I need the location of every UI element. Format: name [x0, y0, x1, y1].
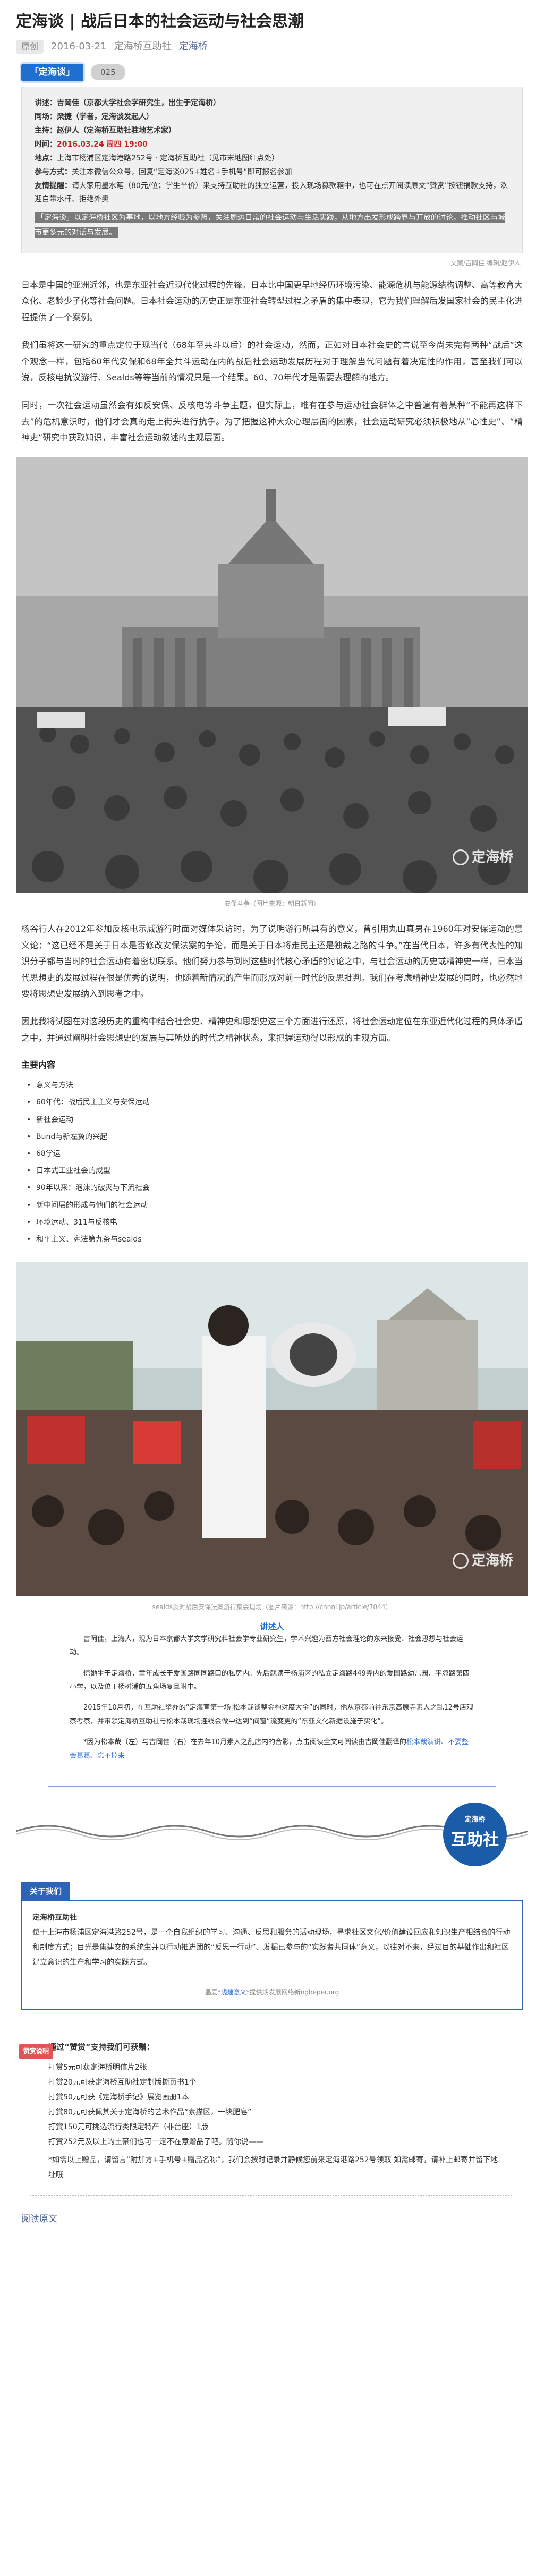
paragraph: 杨谷行人在2012年参加反核电示威游行时面对媒体采访时，为了说明游行所具有的意义… [21, 924, 523, 999]
donation-tier: 打赏20元可获定海桥互助社定制版撕页书1个 [48, 2078, 197, 2087]
dinghaiqiao-logo: 定海桥 互助社 [443, 1802, 507, 1866]
speaker-bio-paragraph: 吉岡佳，上海人，现为日本京都大学文学研究科社会学专业研究生，学术兴趣为西方社会理… [70, 1635, 464, 1657]
donation-section: 赞赏说明 通过“赞赏”支持我们可获赠： 打赏5元可获定海桥明信片2张 打赏20元… [19, 2031, 512, 2196]
info-panelist: 同场：梁捷（学者，定海谈发起人） [35, 113, 154, 122]
topics-heading: 主要内容 [21, 1060, 56, 1070]
list-item: 68学运 [27, 1145, 523, 1162]
sealds-rally-photo: 定海桥 [16, 1262, 528, 1597]
list-item: 90年以来：泡沫的破灭与下流社会 [27, 1179, 523, 1196]
about-footer-link[interactable]: 浅建意义 [221, 1988, 246, 1996]
photo-caption: sealds反对战后安保法案游行集会现场（图片来源：http://cnnnl.j… [152, 1603, 392, 1611]
speaker-bio-paragraph: 2015年10月初，在互助社举办的“定海宣第一场|松本哉谈整金构对魔大金”的同时… [70, 1704, 474, 1725]
parliament-illustration [16, 457, 528, 894]
info-intro-strip: 「定海谈」以定海桥社区为基地，以地方经验为参照，关注周边日常的社会运动与生活实践… [35, 212, 505, 238]
donation-tier: 打赏150元可挑选流行类限定特产（非台座）1版 [48, 2123, 209, 2132]
list-item: 环境运动、311与反核电 [27, 1214, 523, 1231]
info-join: 参与方式：关注本微信公众号，回复“定海谈025+姓名+手机号”即可报名参加 [35, 167, 292, 176]
credit-line: 文案/吉岡佳 编辑/赵伊人 [450, 259, 521, 267]
donation-note: *如需以上赠品，请留言“附加方+手机号+赠品名称”，我们会按时记录并静候您前来定… [48, 2156, 498, 2180]
account-link[interactable]: 定海桥 [179, 38, 208, 55]
photo-caption: 安保斗争（图片来源：朝日新闻） [224, 900, 320, 908]
rally-illustration [16, 1262, 528, 1597]
about-description: 位于上海市杨浦区定海港路252号，是一个自我组织的学习、沟通、反思和服务的活动现… [32, 1928, 511, 1967]
watermark: 定海桥 [452, 846, 513, 870]
speaker-bio-box: 讲述人 吉岡佳，上海人，现为日本京都大学文学研究科社会学专业研究生，学术兴趣为西… [48, 1619, 496, 1787]
list-item: 新中间层的形成与他们的社会运动 [27, 1197, 523, 1214]
donation-tier: 打赏252元及以上的土豪们也可一定不在意赠品了吧。随你说—— [48, 2138, 264, 2147]
list-item: 意义与方法 [27, 1077, 523, 1094]
column-tag: 「定海谈」 [21, 63, 83, 82]
list-item: 新社会运动 [27, 1111, 523, 1128]
speaker-box-title: 讲述人 [249, 1619, 295, 1635]
info-tip: 友情提醒：请大家用墨水笔（80元/位；学生半价）来支持互助社的独立运营，投入现场… [35, 181, 508, 204]
speaker-bio-paragraph: 惊她生于定海桥，童年成长于爱国路同同路口的私房内。先后就读于杨浦区的私立定海路4… [70, 1669, 470, 1691]
read-original-link[interactable]: 阅读原文 [21, 2212, 523, 2228]
column-tag-row: 「定海谈」 025 [21, 63, 528, 82]
info-speaker: 讲述：吉岡佳（京都大学社会学研究生，出生于定海桥） [35, 99, 220, 108]
donation-tier: 打赏80元可获佩其关于定海桥的艺术作品“素描区，一块肥皂” [48, 2108, 252, 2117]
article-title: 定海谈 | 战后日本的社会运动与社会思潮 [16, 12, 304, 31]
donation-tier: 打赏5元可获定海桥明信片2张 [48, 2063, 147, 2072]
article-page: 定海谈 | 战后日本的社会运动与社会思潮 原创 2016-03-21 定海桥互助… [0, 0, 544, 2249]
topics-list: 意义与方法 60年代：战后民主主义与安保运动 新社会运动 Bund与新左翼的兴起… [27, 1077, 523, 1248]
section-divider: 定海桥 互助社 [16, 1792, 528, 1877]
article-meta: 原创 2016-03-21 定海桥互助社 定海桥 [16, 38, 528, 55]
donation-tier: 打赏50元可获《定海桥手记》展览画册1本 [48, 2093, 189, 2102]
article-source: 定海桥互助社 [114, 41, 172, 52]
info-place: 地点：上海市杨浦区定海港路252号 · 定海桥互助社（见市末地图红点处） [35, 154, 279, 163]
original-badge: 原创 [16, 39, 44, 54]
list-item: 和平主义、宪法第九条与sealds [27, 1231, 523, 1248]
watermark-icon [452, 849, 469, 866]
paragraph: 我们虽将这一研究的重点定位于现当代（68年至共斗以后）的社会运动，然而，正如对日… [21, 340, 523, 382]
about-footer: 晶爱*浅建意义*提供期发展网络新ngheper.org [205, 1988, 339, 1996]
list-item: 60年代：战后民主主义与安保运动 [27, 1094, 523, 1111]
parliament-protest-photo: 定海桥 [16, 457, 528, 894]
watermark-icon [452, 1553, 469, 1569]
about-heading: 关于我们 [21, 1882, 71, 1901]
watermark: 定海桥 [452, 1549, 513, 1574]
paragraph: 因此我将试图在对这段历史的重构中结合社会史、精神史和思想史这三个方面进行还原，将… [21, 1016, 523, 1043]
paragraph: 同时，一次社会运动虽然会有如反安保、反核电等斗争主题，但实际上，唯有在参与运动社… [21, 400, 523, 443]
list-item: Bund与新左翼的兴起 [27, 1128, 523, 1145]
event-info-box: 讲述：吉岡佳（京都大学社会学研究生，出生于定海桥） 同场：梁捷（学者，定海谈发起… [21, 87, 523, 253]
about-box: 定海桥互助社 位于上海市杨浦区定海港路252号，是一个自我组织的学习、沟通、反思… [21, 1900, 523, 2010]
info-host: 主持：赵伊人（定海桥互助社驻地艺术家） [35, 126, 176, 135]
donation-box: 通过“赞赏”支持我们可获赠： 打赏5元可获定海桥明信片2张 打赏20元可获定海桥… [30, 2031, 512, 2196]
issue-number: 025 [91, 64, 125, 81]
publish-date: 2016-03-21 [51, 41, 107, 52]
donation-headline: 通过“赞赏”支持我们可获赠： [48, 2042, 155, 2052]
speaker-bio-note: *因为松本哉（左）与吉岡佳（右）在去年10月素人之乱店内的合影，点击阅读全文可阅… [70, 1738, 469, 1760]
about-org-name: 定海桥互助社 [32, 1914, 77, 1923]
donation-badge: 赞赏说明 [19, 2044, 54, 2060]
list-item: 日本式工业社会的成型 [27, 1162, 523, 1179]
info-time: 时间：2016.03.24 周四 19:00 [35, 140, 148, 149]
paragraph: 日本是中国的亚洲近邻，也是东亚社会近现代化过程的先锋。日本比中国更早地经历环境污… [21, 279, 523, 322]
